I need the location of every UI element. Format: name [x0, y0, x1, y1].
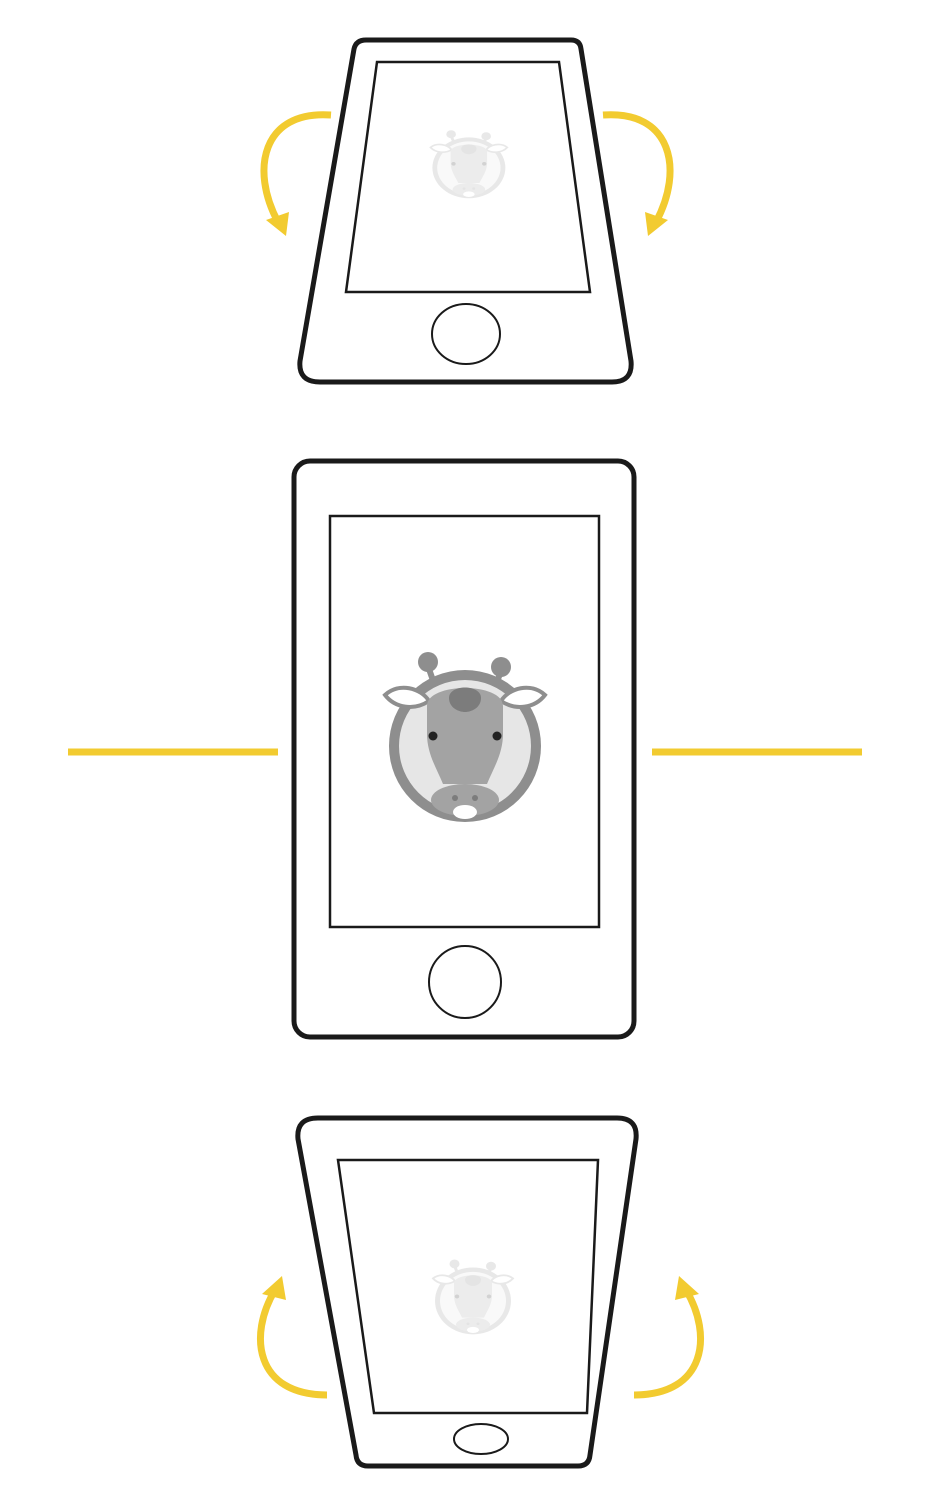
- phone-tilted-back: [297, 37, 634, 385]
- tilt-arrow-left: [260, 111, 332, 236]
- tilt-phone-diagram: [68, 37, 862, 1469]
- home-button: [453, 1423, 509, 1455]
- phone-tilted-forward: [295, 1115, 639, 1469]
- home-button: [431, 303, 501, 365]
- tilt-arrow-right: [633, 1276, 705, 1399]
- tilt-arrow-left: [256, 1276, 328, 1399]
- tilt-arrow-right: [602, 111, 674, 236]
- phone-upright: [291, 458, 637, 1040]
- home-button: [428, 945, 502, 1019]
